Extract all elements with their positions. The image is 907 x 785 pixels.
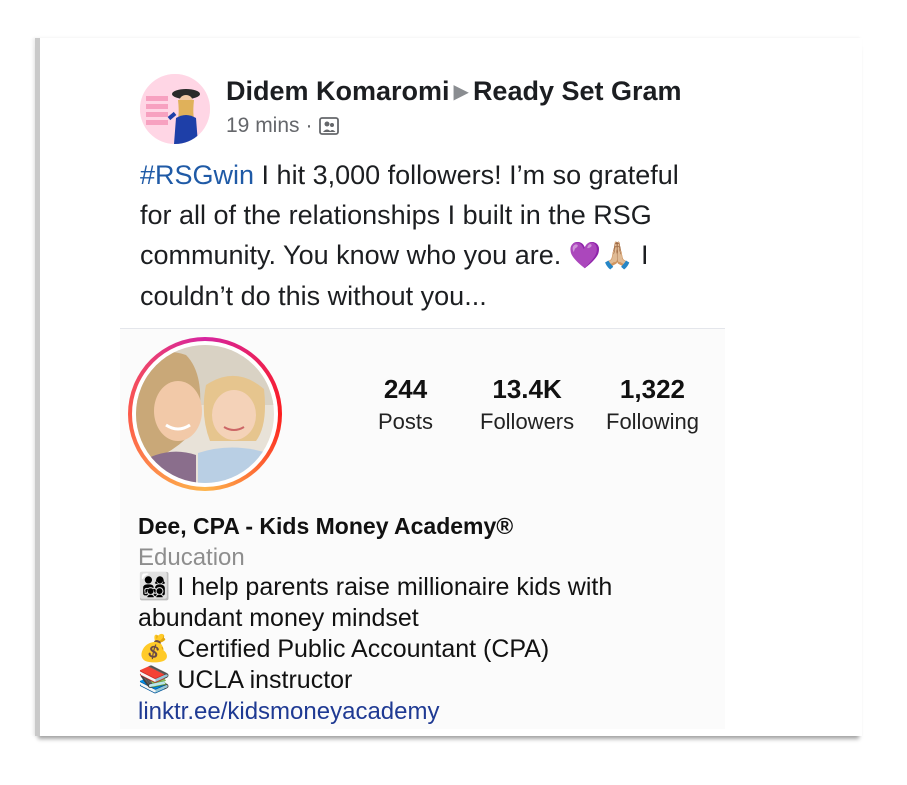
stat-followers[interactable]: 13.4K Followers xyxy=(480,374,574,435)
post-time[interactable]: 19 mins xyxy=(226,114,300,138)
bio-line-4: 📚 UCLA instructor xyxy=(138,665,718,696)
triangle-right-icon: ▶ xyxy=(453,81,469,103)
stat-followers-label: Followers xyxy=(480,409,575,434)
praying-hands-icon: 🙏🏼 xyxy=(601,241,634,271)
profile-link[interactable]: linktr.ee/kidsmoneyacademy xyxy=(138,696,718,727)
profile-photo-image-icon xyxy=(136,345,274,483)
stat-posts-value: 244 xyxy=(383,374,428,404)
instagram-profile-screenshot[interactable]: 244 Posts 13.4K Followers 1,322 Followin… xyxy=(120,329,725,729)
post-line-4: couldn’t do this without you... xyxy=(140,281,487,311)
profile-photo xyxy=(136,345,274,483)
post-line-2: for all of the relationships I built in … xyxy=(140,200,652,230)
stat-posts-block: 244 Posts xyxy=(378,374,433,435)
stat-following-label: Following xyxy=(606,409,699,434)
bio-line-2: abundant money mindset xyxy=(138,604,419,632)
author-line: Didem Komaromi ▶ Ready Set Gram xyxy=(226,76,682,107)
post-text-3-end: I xyxy=(633,240,649,270)
stat-followers-block: 13.4K Followers xyxy=(480,374,574,435)
stat-following-block: 1,322 Following xyxy=(606,374,699,435)
group-audience-icon xyxy=(318,117,339,135)
profile-name: Dee, CPA - Kids Money Academy® xyxy=(138,513,514,539)
post-meta: 19 mins · xyxy=(226,114,339,138)
bio-line-3: 💰 Certified Public Accountant (CPA) xyxy=(138,634,718,665)
post-body: #RSGwin I hit 3,000 followers! I’m so gr… xyxy=(140,155,750,316)
stat-posts-label: Posts xyxy=(378,409,434,434)
bio-text-3: Certified Public Accountant (CPA) xyxy=(170,635,550,663)
bio-line-1: 👨‍👩‍👧‍👦 I help parents raise millionaire… xyxy=(138,572,718,603)
post-text-1: I hit 3,000 followers! I’m so grateful xyxy=(254,160,679,190)
books-icon: 📚 xyxy=(138,665,171,695)
purple-heart-icon: 💜 xyxy=(568,241,602,271)
hashtag-link[interactable]: #RSGwin xyxy=(140,160,254,190)
money-bag-icon: 💰 xyxy=(138,634,171,664)
post-line-3: community. You know who you are. 💜🙏🏼 I xyxy=(140,235,750,276)
post-card: Didem Komaromi ▶ Ready Set Gram 19 mins · … xyxy=(35,38,862,736)
profile-bio: Dee, CPA - Kids Money Academy® Education… xyxy=(138,513,718,727)
profile-category: Education xyxy=(138,544,245,571)
ring-gap xyxy=(132,341,278,487)
story-ring xyxy=(128,337,282,491)
avatar-image-icon xyxy=(140,74,210,144)
bio-text-1: I help parents raise millionaire kids wi… xyxy=(170,573,613,601)
post-line-1: #RSGwin I hit 3,000 followers! I’m so gr… xyxy=(140,155,750,195)
stat-followers-value: 13.4K xyxy=(492,374,562,404)
stat-following[interactable]: 1,322 Following xyxy=(606,374,699,435)
meta-separator: · xyxy=(305,114,313,137)
stat-following-value: 1,322 xyxy=(619,374,685,404)
author-avatar[interactable] xyxy=(140,74,210,144)
author-name[interactable]: Didem Komaromi xyxy=(226,76,450,106)
post-text-3: community. You know who you are. xyxy=(140,240,569,270)
group-name[interactable]: Ready Set Gram xyxy=(473,76,682,106)
family-icon: 👨‍👩‍👧‍👦 xyxy=(138,572,171,602)
bio-text-4: UCLA instructor xyxy=(170,666,353,694)
stat-posts[interactable]: 244 Posts xyxy=(378,374,433,435)
